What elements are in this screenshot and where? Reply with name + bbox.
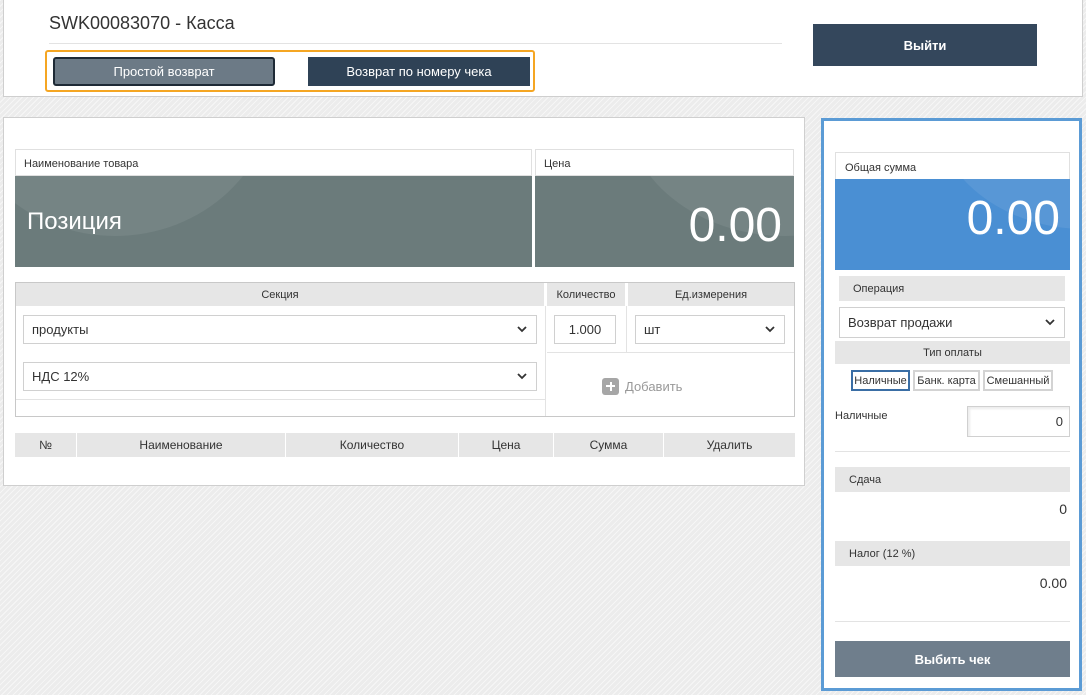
cash-label: Наличные <box>835 410 888 422</box>
price-label: Цена <box>535 149 794 176</box>
form-divider <box>547 352 794 353</box>
chevron-down-icon <box>517 326 527 333</box>
plus-icon <box>602 377 619 395</box>
operation-select[interactable]: Возврат продажи <box>839 307 1065 338</box>
unit-header: Ед.измерения <box>628 283 794 306</box>
product-name-value: Позиция <box>27 208 122 235</box>
tab-simple-return[interactable]: Простой возврат <box>53 57 275 86</box>
cash-input[interactable]: 0 <box>967 406 1070 437</box>
price-display: 0.00 <box>535 176 794 267</box>
page-title: SWK00083070 - Касса <box>49 13 235 33</box>
tax-value: 0.00 <box>1039 575 1067 591</box>
section-select[interactable]: продукты <box>23 315 537 344</box>
price-value: 0.00 <box>688 199 782 252</box>
tax-label: Налог (12 %) <box>835 541 1070 566</box>
section-select-value: продукты <box>32 322 89 337</box>
form-divider <box>16 399 545 400</box>
divider <box>835 451 1070 452</box>
column-header-sum: Сумма <box>554 433 664 457</box>
change-value: 0 <box>1059 501 1067 517</box>
add-item-button[interactable]: Добавить <box>602 376 682 396</box>
return-mode-tabs: Простой возврат Возврат по номеру чека <box>45 50 535 92</box>
add-item-label: Добавить <box>625 378 683 394</box>
column-header-quantity: Количество <box>286 433 459 457</box>
operation-label: Операция <box>839 276 1065 301</box>
total-display: 0.00 <box>835 179 1070 270</box>
form-divider <box>626 306 627 352</box>
main-panel: Наименование товара Цена Позиция 0.00 Се… <box>3 117 805 486</box>
column-header-number: № <box>15 433 77 457</box>
payment-type-cash[interactable]: Наличные <box>851 370 910 391</box>
total-value: 0.00 <box>966 192 1060 245</box>
print-receipt-button[interactable]: Выбить чек <box>835 641 1070 677</box>
header: SWK00083070 - Касса Простой возврат Возв… <box>3 0 1083 97</box>
tab-return-by-receipt[interactable]: Возврат по номеру чека <box>308 57 530 86</box>
product-name-label: Наименование товара <box>15 149 532 176</box>
column-header-price: Цена <box>459 433 554 457</box>
payment-type-label: Тип оплаты <box>835 341 1070 364</box>
vat-select-value: НДС 12% <box>32 369 90 384</box>
product-name-display: Позиция <box>15 176 532 267</box>
unit-select-value: шт <box>644 322 661 337</box>
items-table-header: № Наименование Количество Цена Сумма Уда… <box>15 433 795 457</box>
payment-type-card[interactable]: Банк. карта <box>913 370 980 391</box>
chevron-down-icon <box>517 373 527 380</box>
change-label: Сдача <box>835 467 1070 492</box>
unit-select[interactable]: шт <box>635 315 785 344</box>
chevron-down-icon <box>765 326 775 333</box>
quantity-input[interactable]: 1.000 <box>554 315 616 344</box>
payment-type-mixed[interactable]: Смешанный <box>983 370 1053 391</box>
divider <box>835 621 1070 622</box>
operation-select-value: Возврат продажи <box>848 315 953 330</box>
payment-panel: Общая сумма 0.00 Операция Возврат продаж… <box>821 118 1082 691</box>
title-divider <box>49 43 782 44</box>
form-divider <box>545 306 546 416</box>
quantity-header: Количество <box>547 283 625 306</box>
chevron-down-icon <box>1045 319 1055 326</box>
section-header: Секция <box>16 283 544 306</box>
total-label: Общая сумма <box>835 152 1070 180</box>
vat-select[interactable]: НДС 12% <box>23 362 537 391</box>
column-header-name: Наименование <box>77 433 286 457</box>
logout-button[interactable]: Выйти <box>813 24 1037 66</box>
column-header-delete: Удалить <box>706 438 753 452</box>
